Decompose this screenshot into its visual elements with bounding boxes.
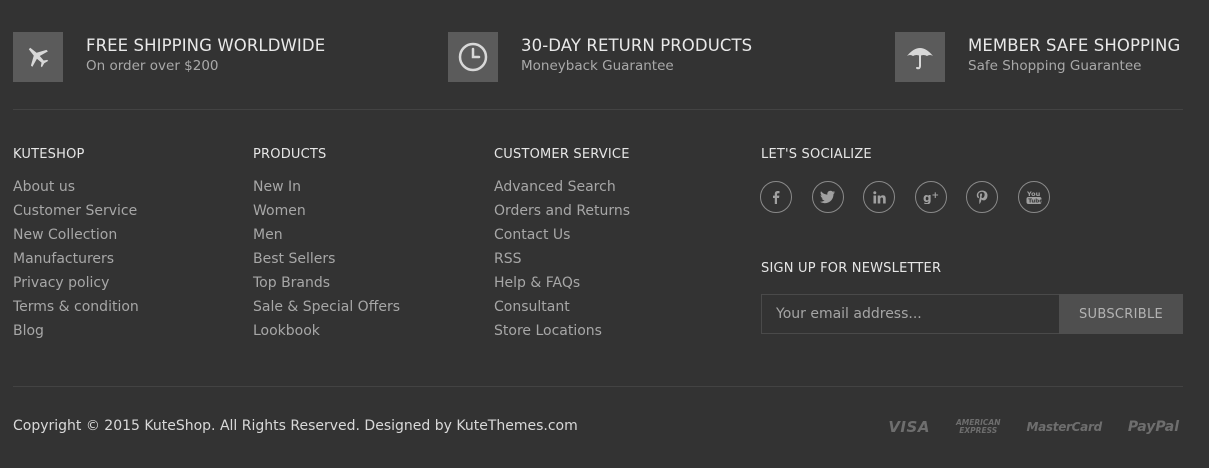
divider-top xyxy=(13,109,1183,110)
visa-logo: VISA xyxy=(888,418,930,436)
divider-bottom xyxy=(13,386,1183,387)
footer-link[interactable]: Contact Us xyxy=(494,223,630,247)
svg-text:+: + xyxy=(931,191,939,201)
footer-link[interactable]: Orders and Returns xyxy=(494,199,630,223)
footer-link[interactable]: Customer Service xyxy=(13,199,139,223)
social-links: g + You Tube xyxy=(760,181,1069,213)
umbrella-icon xyxy=(895,32,945,82)
footer-link[interactable]: Lookbook xyxy=(253,319,400,343)
column-heading: PRODUCTS xyxy=(253,147,327,162)
footer-link[interactable]: Best Sellers xyxy=(253,247,400,271)
footer-link[interactable]: RSS xyxy=(494,247,630,271)
twitter-icon[interactable] xyxy=(811,181,844,213)
feature-subtitle: On order over $200 xyxy=(86,58,219,74)
column-kuteshop: KUTESHOP About us Customer Service New C… xyxy=(13,146,139,343)
clock-icon xyxy=(448,32,498,82)
column-customer-service: CUSTOMER SERVICE Advanced Search Orders … xyxy=(494,146,630,343)
mastercard-logo: MasterCard xyxy=(1026,420,1102,434)
column-products: PRODUCTS New In Women Men Best Sellers T… xyxy=(253,146,400,343)
youtube-icon[interactable]: You Tube xyxy=(1017,181,1050,213)
pinterest-icon[interactable] xyxy=(966,181,998,213)
feature-free-shipping: FREE SHIPPING WORLDWIDE On order over $2… xyxy=(13,32,325,82)
features-strip: FREE SHIPPING WORLDWIDE On order over $2… xyxy=(0,0,1209,110)
facebook-icon[interactable] xyxy=(760,181,792,213)
svg-text:Tube: Tube xyxy=(1028,199,1042,205)
footer-link[interactable]: About us xyxy=(13,175,139,199)
column-socialize: LET'S SOCIALIZE xyxy=(761,146,872,175)
footer-link[interactable]: Help & FAQs xyxy=(494,271,630,295)
feature-title: FREE SHIPPING WORLDWIDE xyxy=(86,36,326,55)
feature-safe-shopping: MEMBER SAFE SHOPPING Safe Shopping Guara… xyxy=(895,32,1180,82)
svg-text:You: You xyxy=(1026,190,1041,198)
paypal-logo: PayPal xyxy=(1127,419,1179,435)
footer-link[interactable]: Terms & condition xyxy=(13,295,139,319)
feature-return-products: 30-DAY RETURN PRODUCTS Moneyback Guarant… xyxy=(448,32,752,82)
newsletter-form: SUBSCRIBLE xyxy=(761,294,1183,334)
copyright-text: Copyright © 2015 KuteShop. All Rights Re… xyxy=(13,418,578,434)
footer-link[interactable]: Blog xyxy=(13,319,139,343)
amex-line2: EXPRESS xyxy=(959,426,998,435)
footer-link[interactable]: Manufacturers xyxy=(13,247,139,271)
footer-link[interactable]: Consultant xyxy=(494,295,630,319)
svg-text:g: g xyxy=(923,191,932,204)
airplane-icon xyxy=(13,32,63,82)
footer-link[interactable]: Men xyxy=(253,223,400,247)
column-heading: KUTESHOP xyxy=(13,147,85,162)
newsletter-heading: SIGN UP FOR NEWSLETTER xyxy=(761,261,942,276)
column-heading: LET'S SOCIALIZE xyxy=(761,147,872,162)
feature-title: MEMBER SAFE SHOPPING xyxy=(968,36,1181,55)
google-plus-icon[interactable]: g + xyxy=(914,181,947,213)
footer-link[interactable]: Store Locations xyxy=(494,319,630,343)
linkedin-icon[interactable] xyxy=(863,181,895,213)
column-heading: CUSTOMER SERVICE xyxy=(494,147,630,162)
feature-title: 30-DAY RETURN PRODUCTS xyxy=(521,36,753,55)
footer-link[interactable]: Privacy policy xyxy=(13,271,139,295)
newsletter-email-input[interactable] xyxy=(761,294,1059,334)
footer-link[interactable]: Women xyxy=(253,199,400,223)
feature-subtitle: Safe Shopping Guarantee xyxy=(968,58,1142,74)
footer-link[interactable]: New Collection xyxy=(13,223,139,247)
feature-subtitle: Moneyback Guarantee xyxy=(521,58,674,74)
subscribe-button[interactable]: SUBSCRIBLE xyxy=(1059,294,1183,334)
footer-link[interactable]: New In xyxy=(253,175,400,199)
payment-methods: VISA AMERICAN EXPRESS MasterCard PayPal xyxy=(862,418,1179,436)
amex-logo: AMERICAN EXPRESS xyxy=(956,419,1001,435)
footer-link[interactable]: Sale & Special Offers xyxy=(253,295,400,319)
footer-link[interactable]: Top Brands xyxy=(253,271,400,295)
footer-link[interactable]: Advanced Search xyxy=(494,175,630,199)
